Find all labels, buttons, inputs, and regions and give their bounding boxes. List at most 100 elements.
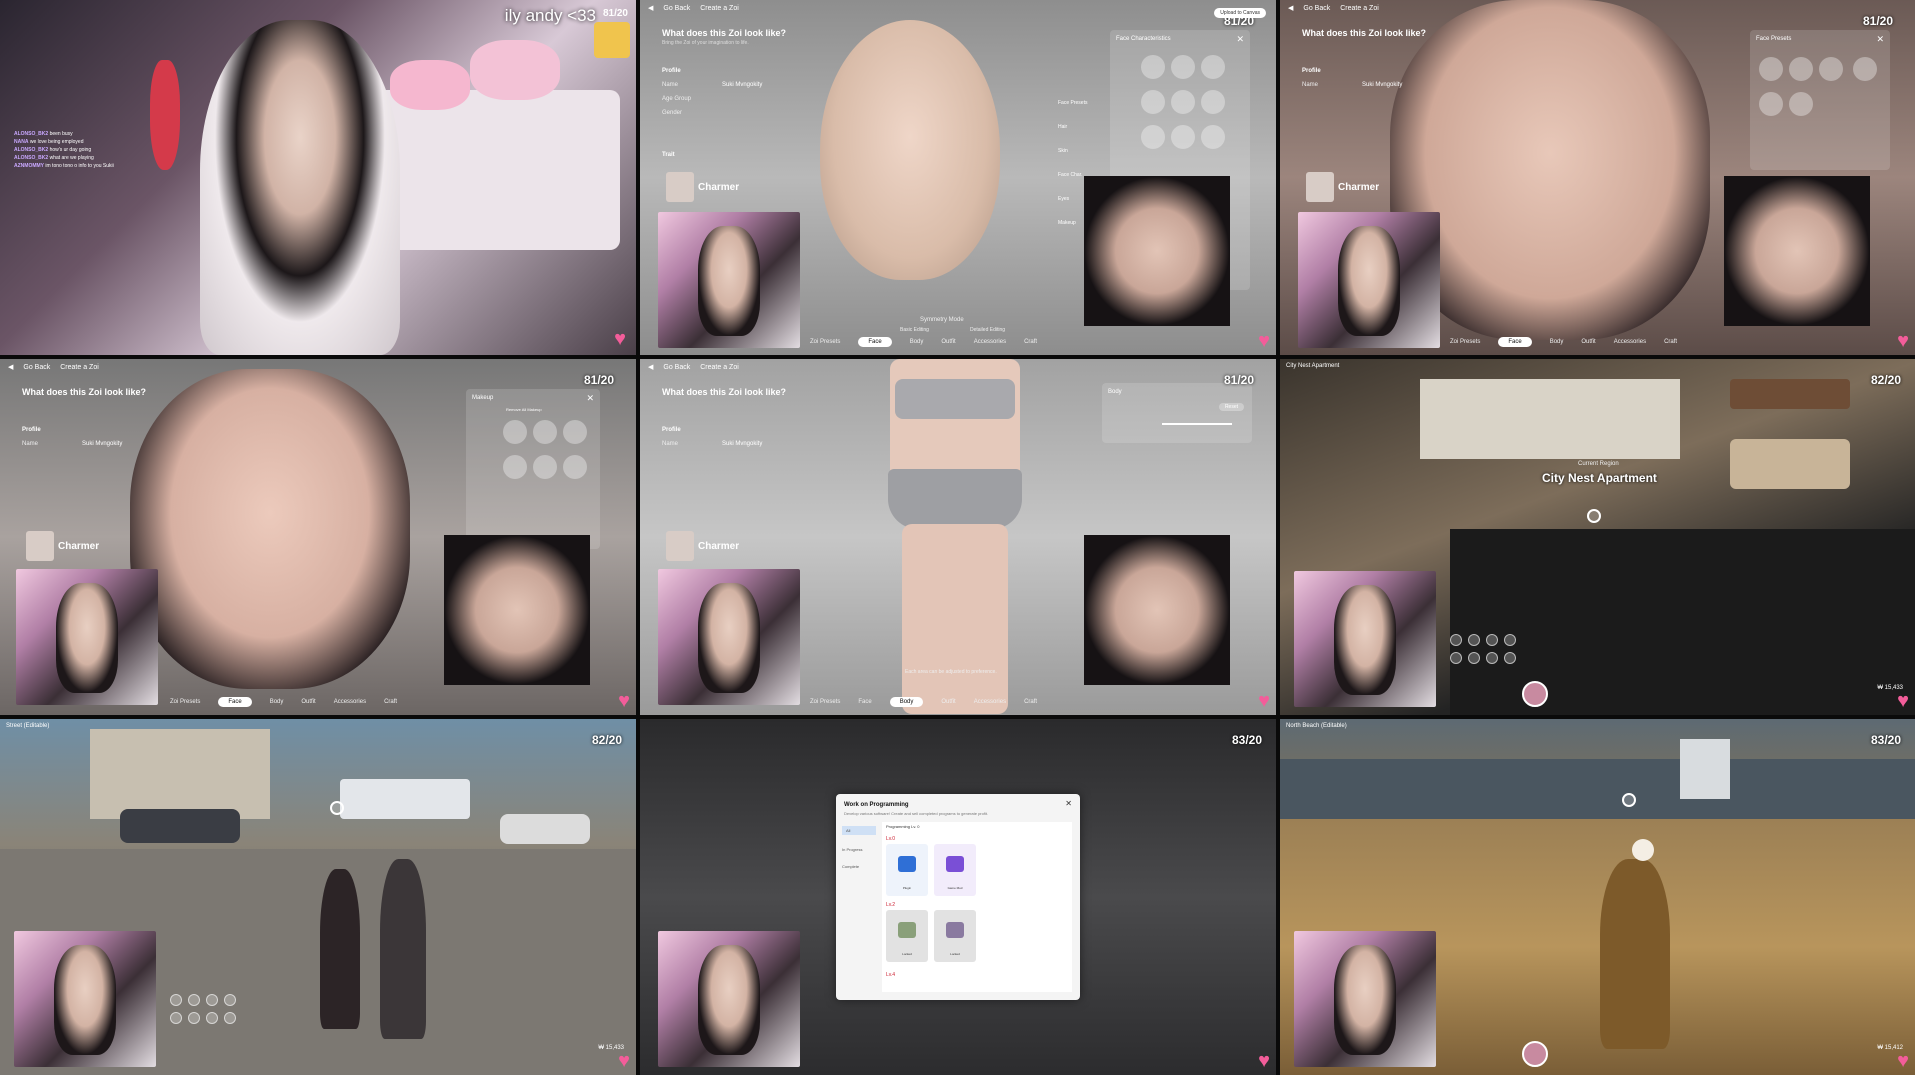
tab-outfit[interactable]: Outfit	[941, 699, 955, 705]
trait-card[interactable]: Charmer	[1302, 170, 1412, 204]
category-item[interactable]: Hair	[1058, 124, 1087, 130]
tab-face[interactable]: Face	[858, 699, 871, 705]
go-back-button[interactable]: Go Back	[663, 5, 690, 12]
makeup-tile[interactable]	[563, 420, 587, 444]
basic-editing[interactable]: Basic Editing	[900, 327, 929, 333]
close-icon[interactable]: ✕	[1065, 799, 1072, 808]
action-button[interactable]	[1486, 634, 1498, 646]
action-button[interactable]	[188, 994, 200, 1006]
trait-card[interactable]: Charmer	[662, 170, 772, 204]
action-button[interactable]	[1450, 634, 1462, 646]
close-icon[interactable]: ✕	[586, 393, 594, 404]
makeup-tile[interactable]	[533, 420, 557, 444]
tab-outfit[interactable]: Outfit	[1581, 339, 1595, 345]
go-back-button[interactable]: Go Back	[23, 364, 50, 371]
action-button[interactable]	[206, 994, 218, 1006]
action-button[interactable]	[1504, 652, 1516, 664]
upload-button[interactable]: Upload to Canvas	[1214, 8, 1266, 18]
tab-zoi-presets[interactable]: Zoi Presets	[170, 699, 200, 705]
tab-all[interactable]: All	[842, 826, 876, 835]
tab-accessories[interactable]: Accessories	[974, 339, 1006, 345]
tab-zoi-presets[interactable]: Zoi Presets	[810, 339, 840, 345]
close-icon[interactable]: ✕	[1876, 34, 1884, 45]
tab-body[interactable]: Body	[910, 339, 924, 345]
action-button[interactable]	[170, 1012, 182, 1024]
tab-body[interactable]: Body	[270, 699, 284, 705]
action-button[interactable]	[224, 994, 236, 1006]
option-tile[interactable]	[1201, 55, 1225, 79]
character-portrait[interactable]	[1522, 681, 1548, 707]
program-card[interactable]: Plugin	[886, 844, 928, 896]
tab-craft[interactable]: Craft	[384, 699, 397, 705]
option-tile[interactable]	[1201, 90, 1225, 114]
tab-accessories[interactable]: Accessories	[334, 699, 366, 705]
action-button[interactable]	[188, 1012, 200, 1024]
tab-outfit[interactable]: Outfit	[941, 339, 955, 345]
zoi-character[interactable]	[1600, 859, 1670, 1049]
action-button[interactable]	[1468, 652, 1480, 664]
tab-craft[interactable]: Craft	[1024, 699, 1037, 705]
preset-tile[interactable]	[1819, 57, 1843, 81]
option-tile[interactable]	[1171, 55, 1195, 79]
reset-button[interactable]: Reset	[1218, 403, 1244, 411]
tab-zoi-presets[interactable]: Zoi Presets	[1450, 339, 1480, 345]
back-icon[interactable]: ◀	[648, 363, 653, 371]
symmetry-mode[interactable]: Symmetry Mode	[920, 317, 964, 323]
makeup-tile[interactable]	[503, 455, 527, 479]
category-item[interactable]: Face Presets	[1058, 100, 1087, 106]
preset-tile[interactable]	[1759, 57, 1783, 81]
preset-tile[interactable]	[1789, 57, 1813, 81]
tab-accessories[interactable]: Accessories	[974, 699, 1006, 705]
close-icon[interactable]: ✕	[1236, 34, 1244, 45]
location-pin-icon[interactable]	[1587, 509, 1601, 523]
name-value[interactable]: Suki Mvngokity	[722, 82, 762, 88]
go-back-button[interactable]: Go Back	[1303, 5, 1330, 12]
name-value[interactable]: Suki Mvngokity	[82, 441, 122, 447]
tab-face[interactable]: Face	[1498, 337, 1532, 347]
option-tile[interactable]	[1171, 125, 1195, 149]
option-tile[interactable]	[1141, 55, 1165, 79]
option-tile[interactable]	[1141, 90, 1165, 114]
detailed-editing[interactable]: Detailed Editing	[970, 327, 1005, 333]
tab-craft[interactable]: Craft	[1024, 339, 1037, 345]
program-card[interactable]: Locked	[886, 910, 928, 962]
tab-face[interactable]: Face	[218, 697, 252, 707]
zoi-character[interactable]	[320, 869, 360, 1029]
action-button[interactable]	[170, 994, 182, 1006]
location-pin-icon[interactable]	[1622, 793, 1636, 807]
back-icon[interactable]: ◀	[8, 363, 13, 371]
remove-makeup[interactable]: Remove All Makeup	[506, 407, 542, 412]
action-button[interactable]	[1468, 634, 1480, 646]
option-tile[interactable]	[1141, 125, 1165, 149]
tab-craft[interactable]: Craft	[1664, 339, 1677, 345]
tab-body[interactable]: Body	[1550, 339, 1564, 345]
beach-ball[interactable]	[1632, 839, 1654, 861]
action-button[interactable]	[1486, 652, 1498, 664]
preset-tile[interactable]	[1789, 92, 1813, 116]
back-icon[interactable]: ◀	[1288, 4, 1293, 12]
npc-character[interactable]	[380, 859, 426, 1039]
category-item[interactable]: Skin	[1058, 148, 1087, 154]
back-icon[interactable]: ◀	[648, 4, 653, 12]
tab-body[interactable]: Body	[889, 697, 924, 707]
action-button[interactable]	[224, 1012, 236, 1024]
action-button[interactable]	[1504, 634, 1516, 646]
name-value[interactable]: Suki Mvngokity	[1362, 82, 1402, 88]
action-button[interactable]	[1450, 652, 1462, 664]
option-tile[interactable]	[1201, 125, 1225, 149]
trait-card[interactable]: Charmer	[22, 529, 132, 563]
makeup-tile[interactable]	[563, 455, 587, 479]
program-card[interactable]: Locked	[934, 910, 976, 962]
tab-outfit[interactable]: Outfit	[301, 699, 315, 705]
preset-tile[interactable]	[1759, 92, 1783, 116]
option-tile[interactable]	[1171, 90, 1195, 114]
makeup-tile[interactable]	[533, 455, 557, 479]
tab-zoi-presets[interactable]: Zoi Presets	[810, 699, 840, 705]
trait-card[interactable]: Charmer	[662, 529, 772, 563]
go-back-button[interactable]: Go Back	[663, 364, 690, 371]
makeup-tile[interactable]	[503, 420, 527, 444]
tab-complete[interactable]: Complete	[842, 864, 876, 869]
action-button[interactable]	[206, 1012, 218, 1024]
location-pin-icon[interactable]	[330, 801, 344, 815]
program-card[interactable]: Game Mod	[934, 844, 976, 896]
